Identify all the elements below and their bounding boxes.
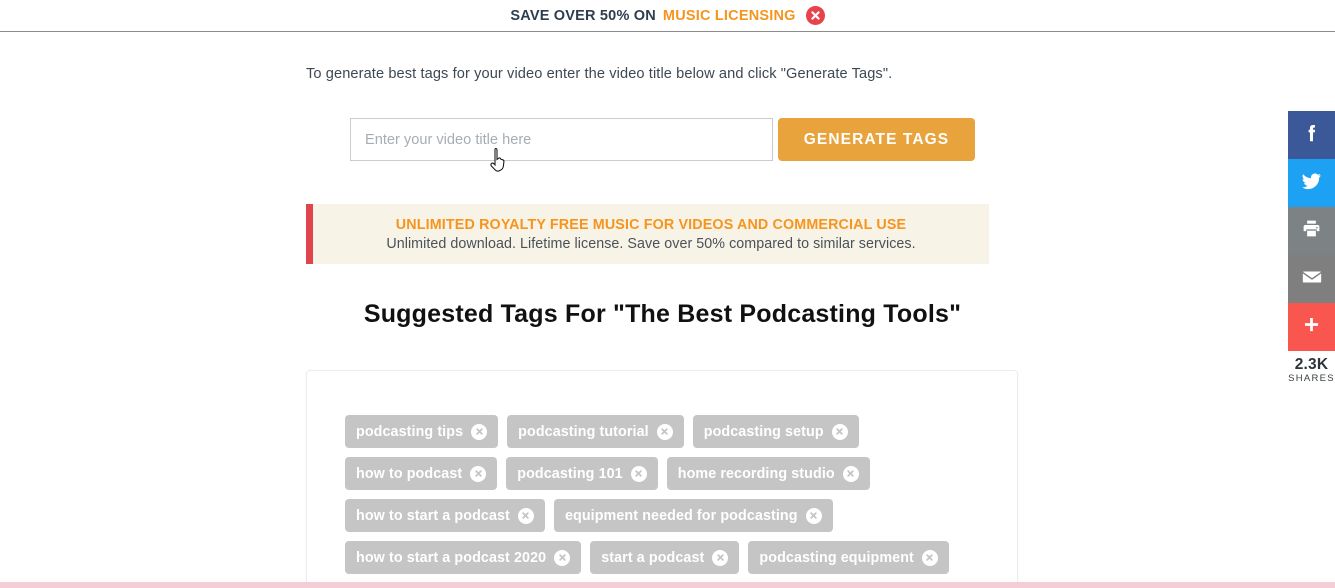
facebook-icon	[1301, 122, 1323, 149]
tag-row: how to podcast podcasting 101 home recordi…	[345, 457, 1017, 490]
tag-label: podcasting 101	[517, 465, 623, 482]
close-circle-icon[interactable]	[471, 423, 488, 440]
close-circle-icon[interactable]	[842, 465, 859, 482]
tag-pill[interactable]: podcasting 101	[506, 457, 658, 490]
tag-list: podcasting tips podcasting tutorial podcas…	[345, 415, 1017, 588]
printer-icon	[1301, 218, 1322, 244]
promo-callout: UNLIMITED ROYALTY FREE MUSIC FOR VIDEOS …	[306, 204, 989, 264]
close-circle-icon[interactable]	[517, 507, 534, 524]
bottom-accent-strip	[0, 582, 1335, 588]
social-share-rail: 2.3K SHARES	[1288, 111, 1335, 384]
share-print-button[interactable]	[1288, 207, 1335, 255]
suggested-tags-card: podcasting tips podcasting tutorial podcas…	[306, 370, 1018, 588]
share-more-button[interactable]	[1288, 303, 1335, 351]
close-circle-icon[interactable]	[921, 549, 938, 566]
tag-pill[interactable]: how to podcast	[345, 457, 498, 490]
tag-label: podcasting tutorial	[518, 423, 649, 440]
tag-pill[interactable]: start a podcast	[590, 541, 740, 574]
close-circle-icon[interactable]	[831, 423, 848, 440]
close-circle-icon[interactable]	[805, 6, 825, 25]
top-promo-banner: SAVE OVER 50% ON MUSIC LICENSING	[0, 0, 1335, 31]
envelope-icon	[1301, 266, 1323, 293]
tag-pill[interactable]: podcasting tutorial	[507, 415, 684, 448]
tag-pill[interactable]: podcasting setup	[692, 415, 859, 448]
close-circle-icon[interactable]	[630, 465, 647, 482]
close-circle-icon[interactable]	[712, 549, 729, 566]
callout-title: UNLIMITED ROYALTY FREE MUSIC FOR VIDEOS …	[395, 216, 907, 233]
share-count: 2.3K	[1294, 356, 1329, 373]
tag-pill[interactable]: equipment needed for podcasting	[553, 499, 833, 532]
tag-row: how to start a podcast equipment needed f…	[345, 499, 1017, 532]
page-root: SAVE OVER 50% ON MUSIC LICENSING To gene…	[0, 0, 1335, 588]
tag-label: home recording studio	[677, 465, 835, 482]
tag-label: podcasting tips	[356, 423, 464, 440]
tag-label: how to podcast	[356, 465, 463, 482]
instruction-text: To generate best tags for your video ent…	[306, 66, 893, 82]
tag-pill[interactable]: how to start a podcast	[345, 499, 545, 532]
callout-subtitle: Unlimited download. Lifetime license. Sa…	[386, 235, 916, 252]
tag-pill[interactable]: podcasting equipment	[748, 541, 949, 574]
close-circle-icon[interactable]	[656, 423, 673, 440]
share-email-button[interactable]	[1288, 255, 1335, 303]
tag-label: podcasting setup	[703, 423, 824, 440]
tag-label: equipment needed for podcasting	[564, 507, 798, 524]
banner-highlight-text[interactable]: MUSIC LICENSING	[663, 8, 796, 24]
close-circle-icon[interactable]	[470, 465, 487, 482]
tag-label: start a podcast	[601, 549, 705, 566]
share-facebook-button[interactable]	[1288, 111, 1335, 159]
generate-tags-button[interactable]: GENERATE TAGS	[778, 118, 975, 161]
tag-label: podcasting equipment	[759, 549, 914, 566]
page-title: Suggested Tags For "The Best Podcasting …	[363, 300, 962, 328]
tag-label: how to start a podcast	[356, 507, 510, 524]
tag-row: podcasting tips podcasting tutorial podcas…	[345, 415, 1017, 448]
tag-pill[interactable]: home recording studio	[666, 457, 870, 490]
close-circle-icon[interactable]	[805, 507, 822, 524]
video-title-input[interactable]	[350, 118, 773, 161]
close-circle-icon[interactable]	[554, 549, 571, 566]
tag-generator-form: GENERATE TAGS	[350, 118, 975, 161]
banner-primary-text: SAVE OVER 50% ON	[510, 7, 656, 24]
tag-pill[interactable]: podcasting tips	[345, 415, 499, 448]
main-content: To generate best tags for your video ent…	[0, 32, 1288, 588]
share-count-label: SHARES	[1288, 373, 1335, 384]
tag-pill[interactable]: how to start a podcast 2020	[345, 541, 582, 574]
twitter-icon	[1300, 169, 1323, 197]
plus-icon	[1301, 314, 1322, 340]
tag-row: how to start a podcast 2020 start a podca…	[345, 541, 1017, 574]
share-twitter-button[interactable]	[1288, 159, 1335, 207]
tag-label: how to start a podcast 2020	[356, 549, 547, 566]
